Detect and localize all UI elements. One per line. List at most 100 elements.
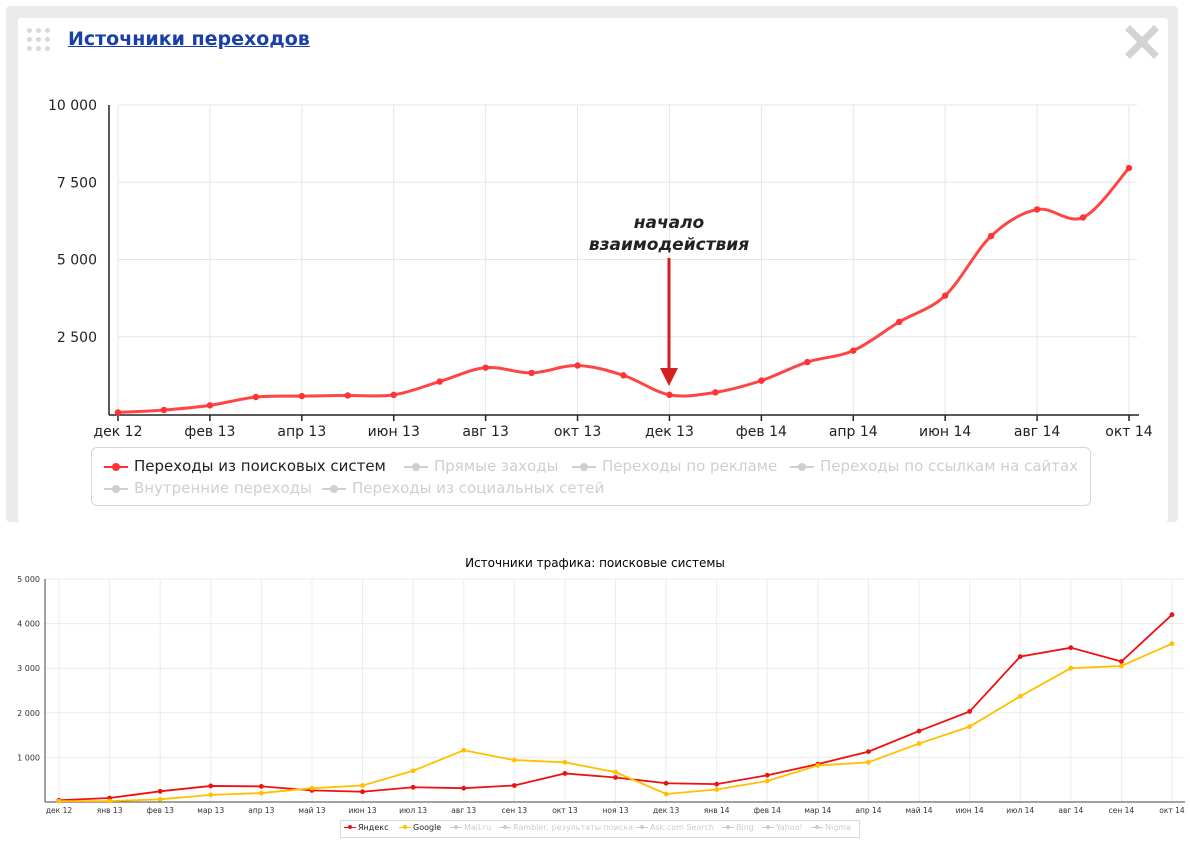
legend-marker-icon	[322, 484, 346, 494]
data-point	[1033, 206, 1041, 213]
x-tick-label: ноя 13	[603, 806, 629, 815]
data-point	[574, 362, 581, 369]
data-point	[360, 783, 365, 788]
x-tick-label: июн 14	[956, 806, 984, 815]
data-point	[482, 364, 489, 371]
legend-item-internal[interactable]: Внутренние переходы	[104, 479, 312, 497]
x-tick-label: авг 13	[451, 806, 476, 815]
data-point	[56, 798, 62, 804]
x-tick-label: дек 13	[653, 806, 679, 815]
legend-marker-icon	[344, 824, 356, 832]
legend-item-bing[interactable]: Bing	[722, 823, 754, 832]
data-point	[758, 377, 765, 384]
legend-marker-icon	[572, 462, 596, 472]
data-point	[916, 728, 922, 734]
annotation-arrow-head	[660, 368, 678, 386]
annotation-line1: начало	[634, 213, 705, 233]
data-point	[461, 747, 467, 753]
data-point	[410, 784, 416, 790]
x-tick-label: июл 14	[1006, 806, 1034, 815]
data-point	[1068, 665, 1074, 671]
x-tick-label: сен 14	[1109, 806, 1135, 815]
x-tick-label: апр 13	[277, 424, 326, 440]
x-tick-label: апр 13	[248, 806, 274, 815]
annotation-line2: взаимодействия	[589, 235, 749, 255]
x-tick-label: фев 14	[754, 806, 782, 815]
data-point	[258, 790, 264, 796]
widget-title-link[interactable]: Источники переходов	[68, 28, 310, 50]
legend-item-ask[interactable]: Ask.com Search	[636, 823, 714, 832]
legend-item-direct[interactable]: Прямые заходы	[404, 457, 558, 475]
legend-item-search-engines[interactable]: Переходы из поисковых систем	[104, 457, 386, 475]
legend-item-social[interactable]: Переходы из социальных сетей	[322, 479, 604, 497]
legend-marker-icon	[104, 462, 128, 472]
legend-marker-icon	[450, 824, 462, 832]
data-point	[804, 358, 811, 366]
data-point	[562, 771, 568, 776]
x-tick-label: июн 14	[919, 424, 971, 440]
data-point	[360, 789, 365, 795]
data-point	[1119, 663, 1124, 669]
data-point	[941, 292, 949, 299]
search-engines-chart: 5 000 4 000 3 000 2 000 1 000 дек 12 янв 13 фе…	[17, 575, 1185, 815]
data-point	[967, 724, 973, 730]
y-tick-label: 4 000	[17, 620, 40, 629]
data-point	[511, 757, 517, 763]
data-point	[1079, 214, 1087, 221]
data-point	[461, 785, 467, 791]
y-tick-label: 2 000	[17, 709, 40, 718]
legend-item-referral[interactable]: Переходы по ссылкам на сайтах	[790, 457, 1078, 475]
x-tick-label: сен 13	[502, 806, 528, 815]
data-point	[815, 763, 821, 768]
legend-marker-icon	[762, 824, 774, 832]
x-tick-label: фев 13	[146, 806, 174, 815]
x-tick-label: июн 13	[368, 424, 420, 440]
y-tick-label: 3 000	[17, 664, 40, 673]
data-point	[511, 783, 517, 788]
legend-item-yandex[interactable]: Яндекс	[344, 823, 388, 832]
data-point	[208, 783, 214, 789]
data-point	[712, 389, 719, 396]
data-point	[206, 402, 214, 409]
data-point	[107, 798, 112, 804]
legend-item-ads[interactable]: Переходы по рекламе	[572, 457, 777, 475]
data-point	[1017, 654, 1023, 660]
drag-handle-icon[interactable]	[27, 28, 57, 56]
data-point	[714, 787, 720, 792]
legend-marker-icon	[722, 824, 734, 832]
y-tick-label: 7 500	[57, 175, 97, 191]
data-point	[666, 391, 673, 399]
x-tick-label: дек 13	[645, 424, 694, 440]
x-tick-label: мар 13	[197, 806, 224, 815]
data-point	[987, 232, 995, 240]
close-icon[interactable]	[1124, 24, 1160, 60]
data-point	[620, 372, 627, 379]
x-tick-label: май 14	[906, 806, 933, 815]
legend-marker-icon	[404, 462, 428, 472]
x-tick-label: окт 13	[554, 424, 601, 440]
data-point	[1169, 612, 1175, 618]
data-point	[663, 791, 669, 797]
data-point	[208, 792, 214, 798]
data-point	[344, 392, 351, 399]
legend-item-nigma[interactable]: Nigma	[811, 823, 851, 832]
x-tick-label: апр 14	[855, 806, 881, 815]
y-tick-label: 5 000	[17, 575, 40, 584]
x-tick-label: мар 14	[804, 806, 831, 815]
x-tick-label: окт 13	[552, 806, 578, 815]
legend-item-yahoo[interactable]: Yahoo!	[762, 823, 803, 832]
x-tick-label: окт 14	[1105, 424, 1153, 440]
legend-item-mailru[interactable]: Mail.ru	[450, 823, 491, 832]
x-tick-label: июл 13	[399, 806, 427, 815]
legend-marker-icon	[636, 824, 648, 832]
legend-item-rambler[interactable]: Rambler, результаты поиска	[499, 823, 633, 832]
data-point	[157, 796, 163, 802]
legend-marker-icon	[499, 824, 511, 832]
engagement-start-annotation: начало взаимодействия	[589, 213, 749, 386]
data-point	[1068, 645, 1074, 651]
legend-marker-icon	[790, 462, 814, 472]
x-tick-label: дек 12	[46, 806, 72, 815]
data-point	[1119, 659, 1124, 664]
legend-item-google[interactable]: Google	[399, 823, 441, 832]
data-point	[114, 409, 122, 416]
